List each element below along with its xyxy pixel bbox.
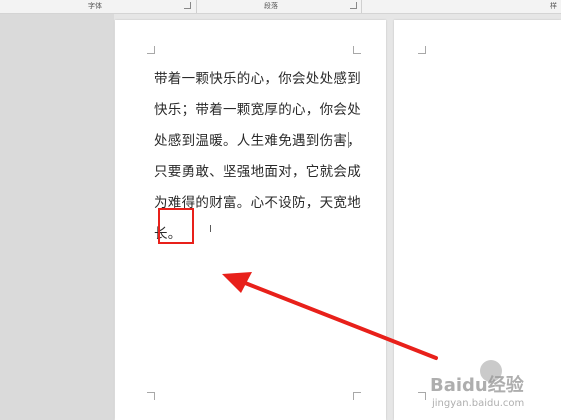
margin-corner-mark bbox=[147, 46, 155, 54]
margin-corner-mark bbox=[353, 392, 361, 400]
paragraph-dialog-launcher-icon[interactable] bbox=[350, 2, 357, 9]
text-line: 处感到温暖。人生难免遇到伤害， bbox=[154, 133, 361, 149]
watermark-brand: Baidu经验 bbox=[430, 375, 524, 396]
text-line: 带着一颗快乐的心，你会处处感到 bbox=[154, 71, 361, 87]
ribbon-separator bbox=[361, 0, 362, 13]
ibeam-cursor-icon: I bbox=[209, 224, 212, 235]
document-page[interactable]: 带着一颗快乐的心，你会处处感到 快乐；带着一颗宽厚的心，你会处 处感到温暖。人生… bbox=[115, 20, 386, 420]
text-cursor bbox=[348, 132, 349, 148]
text-line: 只要勇敢、坚强地面对，它就会成 bbox=[154, 164, 361, 180]
ribbon-separator bbox=[196, 0, 197, 13]
margin-corner-mark bbox=[418, 46, 426, 54]
baidu-paw-icon bbox=[480, 360, 502, 382]
ribbon-group-styles-label: 样 bbox=[550, 2, 557, 10]
watermark-url: jingyan.baidu.com bbox=[432, 398, 525, 409]
navigation-pane bbox=[0, 14, 114, 420]
font-dialog-launcher-icon[interactable] bbox=[184, 2, 191, 9]
margin-corner-mark bbox=[147, 392, 155, 400]
annotation-highlight-box bbox=[158, 208, 194, 244]
margin-corner-mark bbox=[353, 46, 361, 54]
ribbon-bar: 字体 段落 样 bbox=[0, 0, 561, 14]
text-line: 快乐；带着一颗宽厚的心，你会处 bbox=[154, 102, 361, 118]
ribbon-group-paragraph-label: 段落 bbox=[264, 2, 278, 10]
ribbon-group-font-label: 字体 bbox=[88, 2, 102, 10]
